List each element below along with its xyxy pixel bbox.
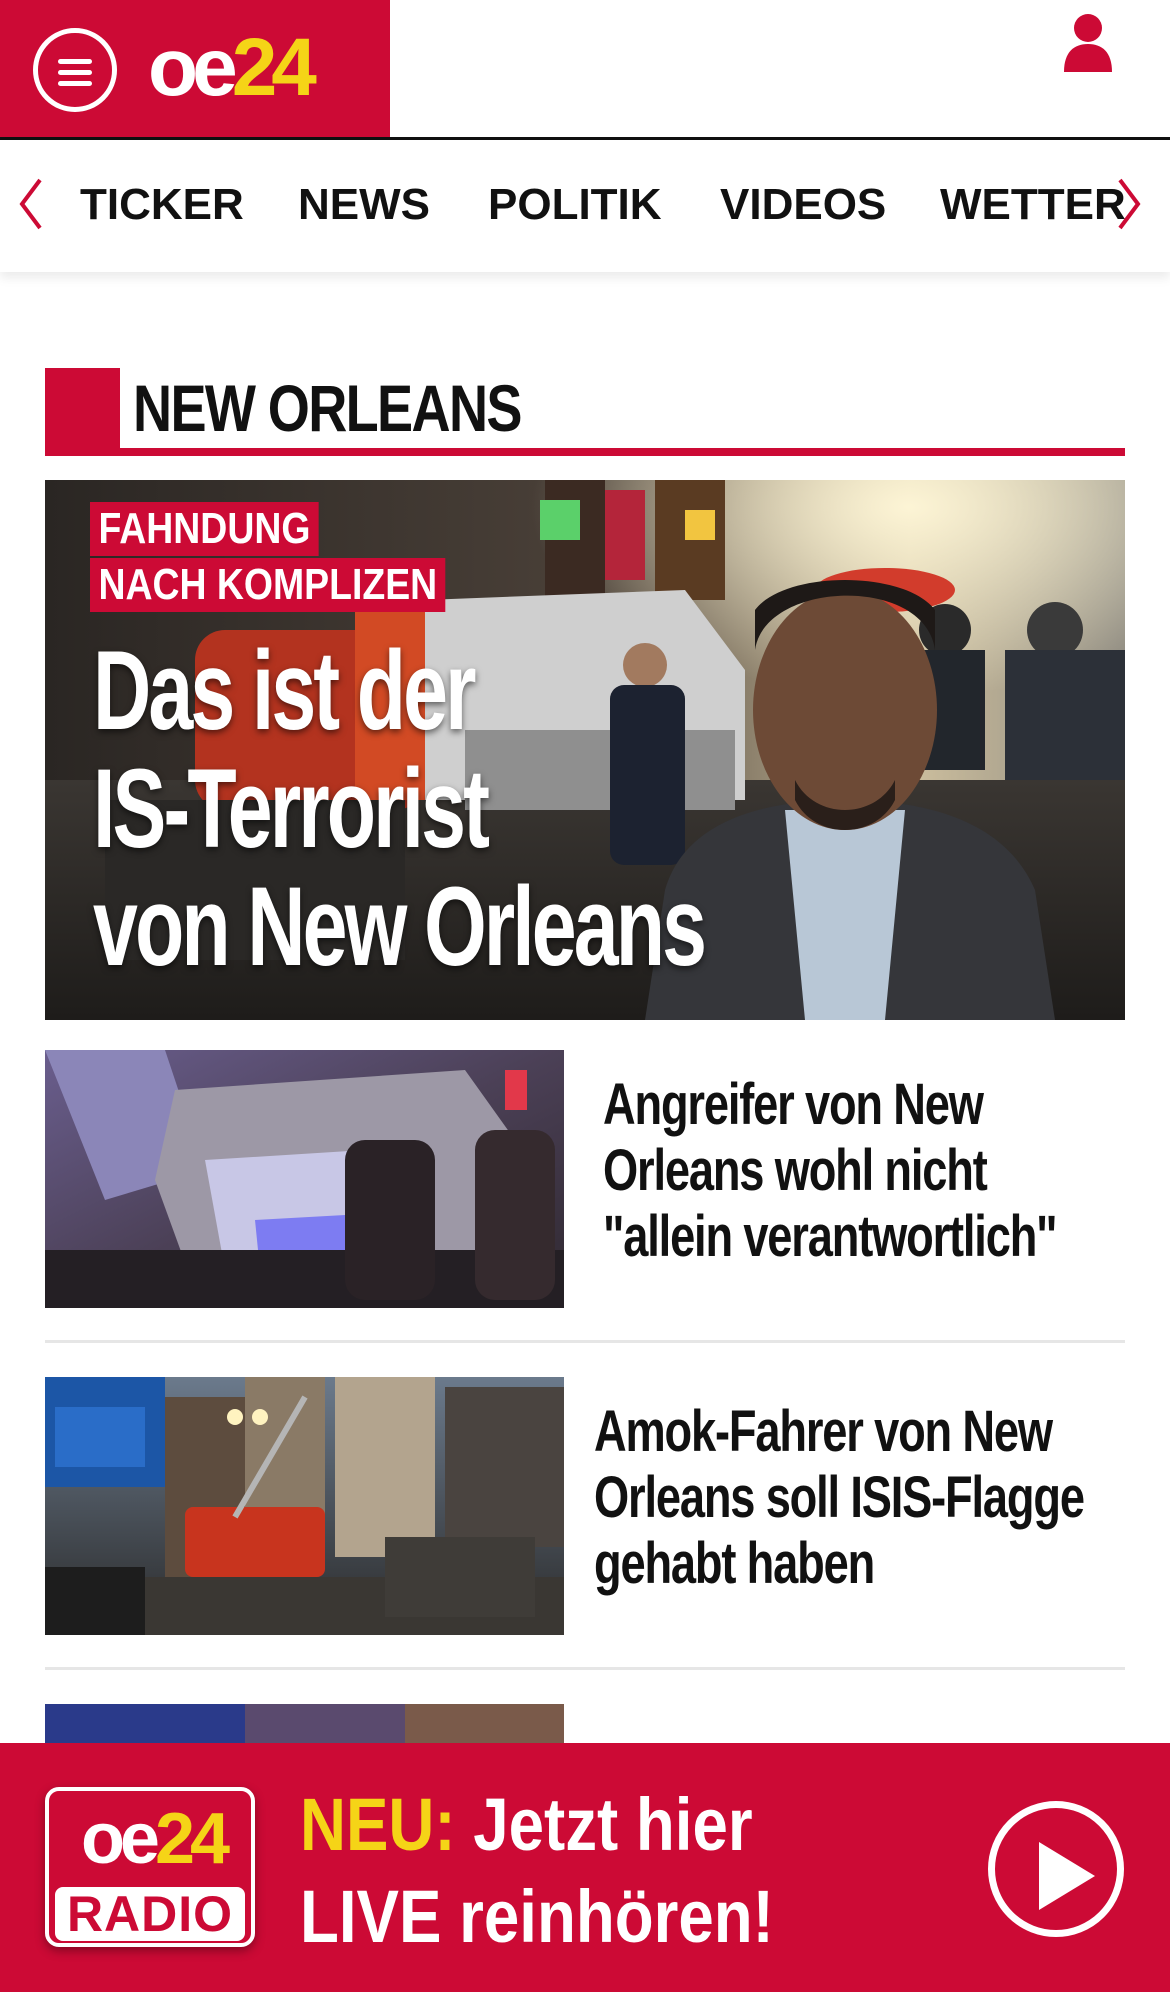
article-headline-line: Angreifer von New [603, 1072, 984, 1137]
radio-logo-label: RADIO [55, 1887, 245, 1941]
nav-item-news[interactable]: NEWS [298, 180, 430, 230]
nav-item-ticker[interactable]: TICKER [80, 180, 244, 230]
hero-headline-line3: von New Orleans [93, 864, 707, 989]
hero-label-line2: NACH KOMPLIZEN [90, 558, 446, 612]
hero-headline-line1: Das ist der [93, 628, 477, 753]
hamburger-menu-icon[interactable] [33, 28, 117, 112]
article-headline-line: Amok-Fahrer von New [594, 1399, 1053, 1464]
brand-box: oe24 [0, 0, 390, 137]
article-thumbnail [45, 1050, 564, 1308]
section-tag [45, 368, 120, 454]
play-icon [1039, 1842, 1095, 1910]
chevron-right-icon[interactable] [1114, 174, 1144, 234]
section-title[interactable]: NEW ORLEANS [133, 368, 522, 448]
article-item[interactable]: Amok-Fahrer von New Orleans soll ISIS-Fl… [45, 1377, 1125, 1637]
article-thumbnail [45, 1377, 564, 1635]
hero-headline: Das ist der IS-Terrorist von New Orleans [93, 628, 707, 989]
nav-item-wetter[interactable]: WETTER [940, 180, 1126, 230]
radio-promo-text: NEU: Jetzt hier LIVE reinhören! [300, 1779, 774, 1963]
article-divider [45, 1340, 1125, 1343]
radio-banner[interactable]: oe24 RADIO NEU: Jetzt hier LIVE reinhöre… [0, 1743, 1170, 1992]
play-button[interactable] [988, 1801, 1124, 1937]
site-logo[interactable]: oe24 [148, 22, 317, 114]
chevron-left-icon[interactable] [16, 174, 46, 234]
section-header: NEW ORLEANS [45, 368, 1125, 456]
category-nav: TICKER NEWS POLITIK VIDEOS WETTER [0, 140, 1170, 272]
radio-logo: oe24 RADIO [45, 1787, 255, 1947]
nav-item-politik[interactable]: POLITIK [488, 180, 662, 230]
nav-item-videos[interactable]: VIDEOS [720, 180, 886, 230]
article-item[interactable]: Angreifer von New Orleans wohl nicht "al… [45, 1050, 1125, 1310]
article-headline-line: Orleans wohl nicht [603, 1138, 988, 1203]
radio-promo-line2: LIVE reinhören! [300, 1875, 774, 1958]
user-icon[interactable] [1062, 12, 1114, 72]
article-headline-line: gehabt haben [594, 1531, 875, 1596]
article-headline-line: "allein verantwortlich" [603, 1204, 1058, 1269]
article-headline: Amok-Fahrer von New Orleans soll ISIS-Fl… [594, 1399, 1085, 1597]
hero-article[interactable]: FAHNDUNG NACH KOMPLIZEN Das ist der IS-T… [45, 480, 1125, 1020]
article-divider [45, 1667, 1125, 1670]
site-header: oe24 [0, 0, 1170, 140]
section-underline [45, 448, 1125, 456]
hero-headline-line2: IS-Terrorist [93, 746, 490, 871]
article-headline-line: Orleans soll ISIS-Flagge [594, 1465, 1085, 1530]
article-headline: Angreifer von New Orleans wohl nicht "al… [603, 1072, 1058, 1270]
radio-promo-accent: NEU: [300, 1783, 456, 1866]
hero-label-line1: FAHNDUNG [90, 502, 319, 556]
